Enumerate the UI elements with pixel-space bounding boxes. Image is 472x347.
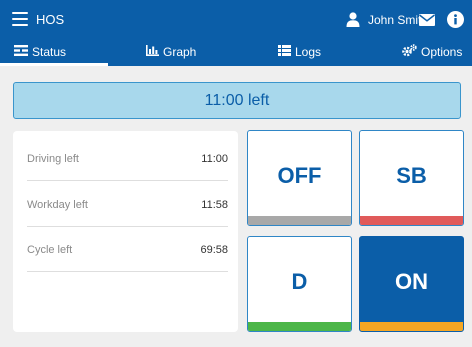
bar-chart-icon [146, 42, 159, 58]
time-left-banner: 11:00 left [13, 82, 461, 119]
mail-icon[interactable] [419, 14, 435, 26]
stat-label: Workday left [27, 199, 88, 211]
status-code: OFF [277, 163, 322, 188]
time-left-text: 11:00 left [204, 91, 270, 109]
status-code: SB [396, 163, 427, 188]
stat-value: 11:58 [201, 199, 228, 211]
tab-status-label: Status [32, 45, 67, 59]
user-icon[interactable] [346, 12, 360, 27]
info-icon[interactable] [447, 11, 464, 28]
tab-graph[interactable]: Graph [146, 40, 196, 66]
gears-icon [402, 42, 417, 58]
tab-logs[interactable]: Logs [278, 40, 321, 66]
tab-status[interactable]: Status [0, 40, 108, 66]
menu-icon[interactable] [12, 12, 28, 26]
status-off-button[interactable]: OFF [247, 130, 352, 226]
tab-logs-label: Logs [295, 45, 322, 59]
tab-options-label: Options [421, 45, 463, 59]
stat-row-workday: Workday left 11:58 [27, 181, 228, 227]
stats-panel: Driving left 11:00 Workday left 11:58 Cy… [13, 131, 238, 332]
stat-label: Cycle left [27, 244, 73, 256]
status-code: ON [395, 269, 428, 294]
status-strip [360, 216, 463, 225]
status-d-button[interactable]: D [247, 236, 352, 332]
top-bar: HOS John Smith [0, 0, 472, 40]
tab-bar: Status Graph Logs Options [0, 40, 472, 66]
stat-value: 11:00 [201, 153, 228, 165]
status-sb-button[interactable]: SB [359, 130, 464, 226]
stat-row-driving: Driving left 11:00 [27, 135, 228, 181]
stat-row-cycle: Cycle left 69:58 [27, 226, 228, 272]
tab-graph-label: Graph [163, 45, 197, 59]
stat-label: Driving left [27, 153, 79, 165]
active-tab-indicator [0, 63, 108, 66]
stat-value: 69:58 [200, 244, 228, 256]
status-on-button[interactable]: ON [359, 236, 464, 332]
status-strip [248, 216, 351, 225]
status-strip [248, 322, 351, 331]
list-icon [278, 42, 291, 58]
tab-options[interactable]: Options [402, 40, 462, 66]
app-title: HOS [36, 12, 65, 27]
status-code: D [291, 269, 308, 294]
status-icon [14, 42, 28, 58]
status-strip [360, 322, 463, 331]
